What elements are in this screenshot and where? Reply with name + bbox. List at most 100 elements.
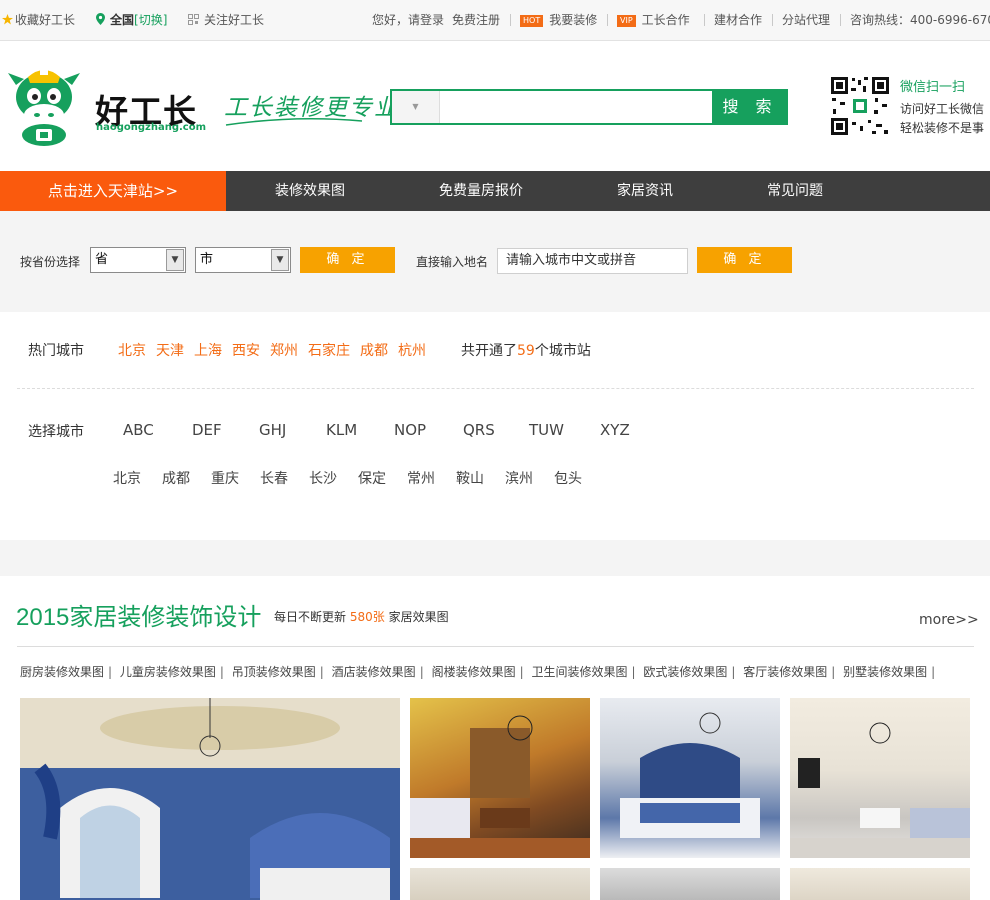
city-link[interactable]: 长春 — [260, 468, 288, 488]
map-pin-icon — [96, 13, 105, 25]
city-link[interactable]: 北京 — [113, 468, 141, 488]
hot-city-link[interactable]: 杭州 — [398, 342, 426, 360]
hot-cities-label: 热门城市 — [28, 343, 84, 359]
city-link[interactable]: 重庆 — [211, 468, 239, 488]
follow-link[interactable]: 关注好工长 — [188, 12, 264, 28]
agency-link[interactable]: 分站代理 — [782, 12, 830, 28]
choose-city-label: 选择城市 — [28, 424, 84, 440]
hot-badge: HOT — [520, 15, 544, 27]
letter-tab[interactable]: DEF — [192, 421, 222, 439]
wechat-title: 微信扫一扫 — [900, 80, 966, 95]
letter-tab[interactable]: XYZ — [600, 421, 630, 439]
gallery-image-bedroom-blue[interactable] — [20, 698, 400, 900]
province-select[interactable]: 省 ▼ — [90, 247, 186, 273]
image-count: 580张 — [349, 610, 385, 624]
login-link[interactable]: 您好，请登录 — [372, 12, 444, 28]
gallery-image-bedroom-white[interactable] — [600, 698, 780, 858]
qr-small-icon — [188, 14, 199, 25]
province-label: 按省份选择 — [20, 255, 81, 269]
wechat-line-2: 轻松装修不是事 — [900, 121, 985, 135]
gallery-image[interactable] — [410, 868, 590, 900]
favorite-link[interactable]: 收藏好工长 — [2, 12, 75, 28]
category-link[interactable]: 酒店装修效果图 — [332, 665, 416, 679]
hot-city-link[interactable]: 西安 — [232, 342, 260, 360]
room-illustration-icon — [410, 715, 590, 858]
main-nav: 点击进入天津站>> 装修效果图 免费量房报价 家居资讯 常见问题 — [0, 171, 990, 211]
category-link[interactable]: 儿童房装修效果图 — [120, 665, 216, 679]
wechat-line-1: 访问好工长微信 — [900, 102, 985, 116]
city-link[interactable]: 鞍山 — [456, 468, 484, 488]
letter-tab[interactable]: ABC — [123, 421, 154, 439]
nav-item-faq[interactable]: 常见问题 — [767, 171, 823, 211]
location-label: 全国 — [110, 13, 135, 27]
hot-city-link[interactable]: 石家庄 — [308, 342, 350, 360]
room-illustration-icon — [20, 698, 400, 900]
category-link[interactable]: 阁楼装修效果图 — [432, 665, 516, 679]
brand-url: haogongzhang.com — [96, 122, 207, 133]
city-value: 市 — [200, 252, 214, 267]
category-link[interactable]: 卫生间装修效果图 — [531, 665, 627, 679]
divider — [840, 14, 841, 26]
location-switch[interactable]: 全国[切换] — [96, 12, 167, 28]
city-link[interactable]: 保定 — [358, 468, 386, 488]
foreman-coop-label: 工长合作 — [641, 13, 690, 27]
province-value: 省 — [95, 252, 109, 267]
hot-city-link[interactable]: 天津 — [156, 342, 184, 360]
city-filter-panel: 按省份选择 省 ▼ 市 ▼ 确 定 直接输入地名 请输入城市中文或拼音 确 定 — [0, 211, 990, 312]
city-link[interactable]: 滨州 — [505, 468, 533, 488]
foreman-coop-link[interactable]: VIP 工长合作 — [617, 12, 690, 28]
total-suffix: 个城市站 — [534, 343, 591, 359]
hot-city-link[interactable]: 上海 — [194, 342, 222, 360]
more-link[interactable]: more>> — [919, 612, 979, 628]
letter-tab[interactable]: TUW — [529, 421, 564, 439]
total-prefix: 共开通了 — [461, 343, 517, 359]
site-header: 好工长 haogongzhang.com 工长装修更专业 ▼ 搜 索 微信扫一扫… — [0, 41, 990, 171]
confirm-province-button[interactable]: 确 定 — [300, 247, 395, 273]
subtitle-prefix: 每日不断更新 — [274, 610, 347, 624]
divider — [510, 14, 511, 26]
category-link[interactable]: 客厅装修效果图 — [743, 665, 827, 679]
search-input[interactable] — [440, 91, 712, 123]
renovate-label: 我要装修 — [549, 13, 598, 27]
hot-city-link[interactable]: 成都 — [360, 342, 388, 360]
category-link[interactable]: 厨房装修效果图 — [20, 665, 104, 679]
city-select[interactable]: 市 ▼ — [195, 247, 291, 273]
hotline-text: 咨询热线：400-6996-670 — [850, 13, 990, 27]
gallery-image[interactable] — [790, 868, 970, 900]
nav-item-effect-images[interactable]: 装修效果图 — [275, 171, 345, 211]
letter-tab[interactable]: KLM — [326, 421, 357, 439]
category-link[interactable]: 欧式装修效果图 — [643, 665, 727, 679]
city-link[interactable]: 常州 — [407, 468, 435, 488]
renovate-link[interactable]: HOT 我要装修 — [520, 12, 597, 28]
category-link[interactable]: 吊顶装修效果图 — [232, 665, 316, 679]
confirm-city-button[interactable]: 确 定 — [697, 247, 792, 273]
divider — [17, 646, 974, 647]
register-link[interactable]: 免费注册 — [452, 12, 500, 28]
subtitle-suffix: 家居效果图 — [388, 610, 449, 624]
city-link[interactable]: 成都 — [162, 468, 190, 488]
divider — [772, 14, 773, 26]
category-link[interactable]: 别墅装修效果图 — [843, 665, 927, 679]
search-category-dropdown[interactable]: ▼ — [392, 91, 440, 123]
city-link[interactable]: 包头 — [554, 468, 582, 488]
city-link[interactable]: 长沙 — [309, 468, 337, 488]
material-coop-link[interactable]: 建材合作 — [714, 12, 762, 28]
city-name-input[interactable]: 请输入城市中文或拼音 — [497, 248, 688, 274]
switch-label: [切换] — [134, 13, 168, 27]
nav-item-free-quote[interactable]: 免费量房报价 — [439, 171, 523, 211]
nav-item-home-news[interactable]: 家居资讯 — [617, 171, 673, 211]
gallery-title: 2015家居装修装饰设计 — [16, 604, 262, 631]
gallery-image[interactable] — [600, 868, 780, 900]
gallery-image-living-tv[interactable] — [790, 698, 970, 858]
letter-tab[interactable]: QRS — [463, 421, 495, 439]
hot-city-link[interactable]: 郑州 — [270, 342, 298, 360]
chevron-down-icon: ▼ — [271, 249, 289, 271]
enter-tianjin-button[interactable]: 点击进入天津站>> — [0, 171, 226, 211]
hot-city-link[interactable]: 北京 — [118, 342, 146, 360]
chevron-down-icon: ▼ — [412, 102, 419, 111]
gallery-image-living-room[interactable] — [410, 698, 590, 858]
mascot-logo-icon[interactable] — [6, 63, 82, 147]
search-button[interactable]: 搜 索 — [712, 91, 788, 123]
letter-tab[interactable]: GHJ — [259, 421, 286, 439]
letter-tab[interactable]: NOP — [394, 421, 426, 439]
